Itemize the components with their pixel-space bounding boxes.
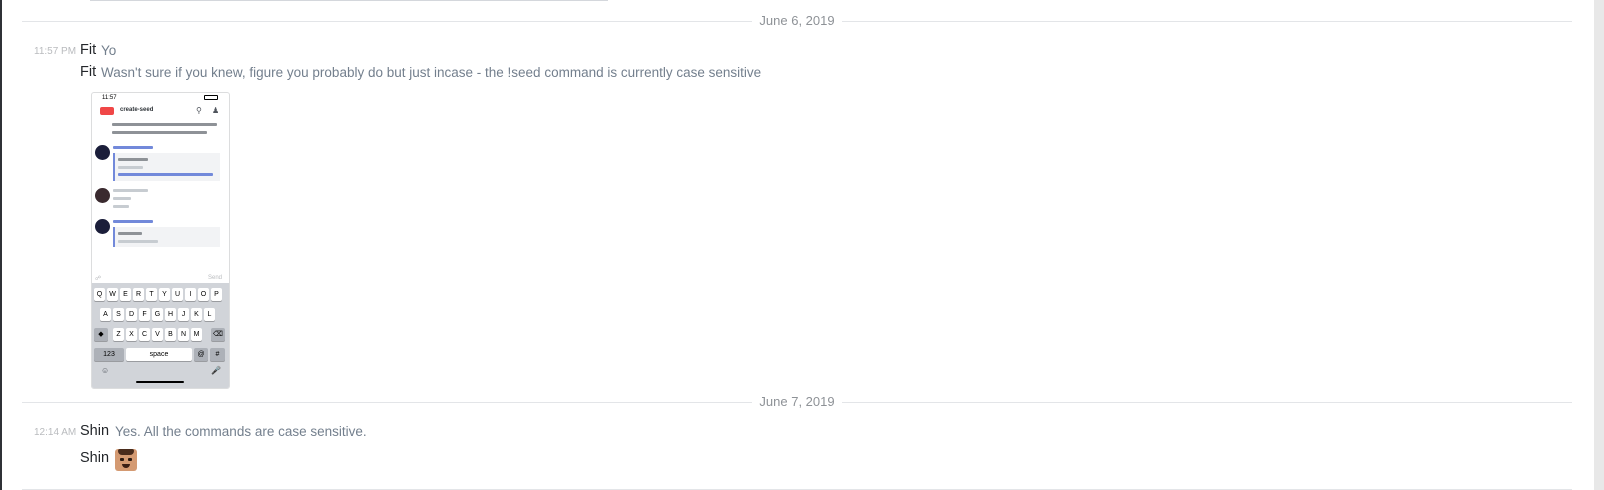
message-author[interactable]: Shin [80,450,109,466]
microphone-icon: 🎤 [211,366,221,375]
phone-avatar [95,219,110,234]
phone-text-line [118,173,213,176]
message-group: 11:57 PM Fit Yo [0,40,1560,62]
keyboard-key: M [191,328,202,341]
image-attachment[interactable]: 11:57 create-seed ⚲ ♟ ☍ Send Q W E R T Y… [91,92,230,389]
keyboard-key: Z [113,328,124,341]
keyboard-key: U [172,288,183,301]
at-key: @ [194,348,208,361]
previous-attachment-edge [90,0,608,1]
phone-keyboard: Q W E R T Y U I O P A S D F G H J K L ◆ … [92,283,229,388]
home-indicator [136,381,184,383]
keyboard-key: D [126,308,137,321]
message-author[interactable]: Fit [80,42,96,58]
keyboard-key: B [165,328,176,341]
phone-text-line [112,123,217,126]
keyboard-key: F [139,308,150,321]
message-text: Yes. All the commands are case sensitive… [115,424,367,439]
phone-channel-header: create-seed ⚲ ♟ [92,105,229,119]
message-author[interactable]: Shin [80,423,109,439]
face-emoji[interactable] [115,449,137,471]
emoji-keyboard-icon: ☺ [101,366,110,375]
keyboard-key: J [178,308,189,321]
phone-send-label: Send [208,275,223,281]
phone-status-bar: 11:57 [92,93,229,103]
phone-text-line [118,232,142,235]
date-divider-label: June 7, 2019 [759,394,835,409]
keyboard-key: O [198,288,209,301]
date-divider-label: June 6, 2019 [759,13,835,28]
message-group: 12:14 AM Shin Yes. All the commands are … [0,421,1560,443]
message-timestamp[interactable]: 12:14 AM [34,427,76,438]
keyboard-key: X [126,328,137,341]
keyboard-key: V [152,328,163,341]
message-timestamp[interactable]: 11:57 PM [34,46,76,57]
message-item: Shin [0,449,300,471]
phone-username [113,146,153,149]
keyboard-key: E [120,288,131,301]
phone-username [113,220,153,223]
phone-text-line [113,205,129,208]
shift-icon: ◆ [94,328,108,341]
keyboard-key: W [107,288,118,301]
keyboard-key: I [185,288,196,301]
phone-avatar [95,145,110,160]
phone-embed [113,227,220,247]
message-author[interactable]: Fit [80,64,96,80]
message-item: Fit Wasn't sure if you knew, figure you … [0,62,1560,84]
keyboard-key: K [191,308,202,321]
phone-text-line [118,158,148,161]
date-divider: June 7, 2019 [22,394,1572,410]
keyboard-key: P [211,288,222,301]
keyboard-key: H [165,308,176,321]
backspace-icon: ⌫ [211,328,225,341]
keyboard-key: L [204,308,215,321]
keyboard-key: T [146,288,157,301]
hash-key: # [210,348,225,361]
search-icon: ⚲ [196,106,202,115]
keyboard-key: A [100,308,111,321]
keyboard-key: G [152,308,163,321]
date-divider: June 6, 2019 [22,13,1572,29]
phone-channel-name: create-seed [120,107,154,113]
phone-username [113,189,148,192]
keyboard-key: S [113,308,124,321]
battery-icon [204,95,218,100]
keyboard-key: R [133,288,144,301]
phone-status-time: 11:57 [102,95,117,101]
keyboard-key: N [178,328,189,341]
phone-text-line [118,240,158,243]
phone-text-line [112,131,207,134]
message-text: Wasn't sure if you knew, figure you prob… [101,65,762,80]
message-text: Yo [101,43,117,58]
unread-badge [100,107,114,115]
phone-text-line [113,197,131,200]
scrollbar-track[interactable] [1594,0,1604,490]
keyboard-key: Y [159,288,170,301]
phone-text-line [118,166,143,169]
keyboard-key: Q [94,288,105,301]
phone-avatar [95,188,110,203]
keyboard-key: C [139,328,150,341]
numbers-key: 123 [94,348,124,361]
members-icon: ♟ [212,106,220,115]
space-key: space [126,348,192,361]
attach-icon: ☍ [95,276,102,282]
